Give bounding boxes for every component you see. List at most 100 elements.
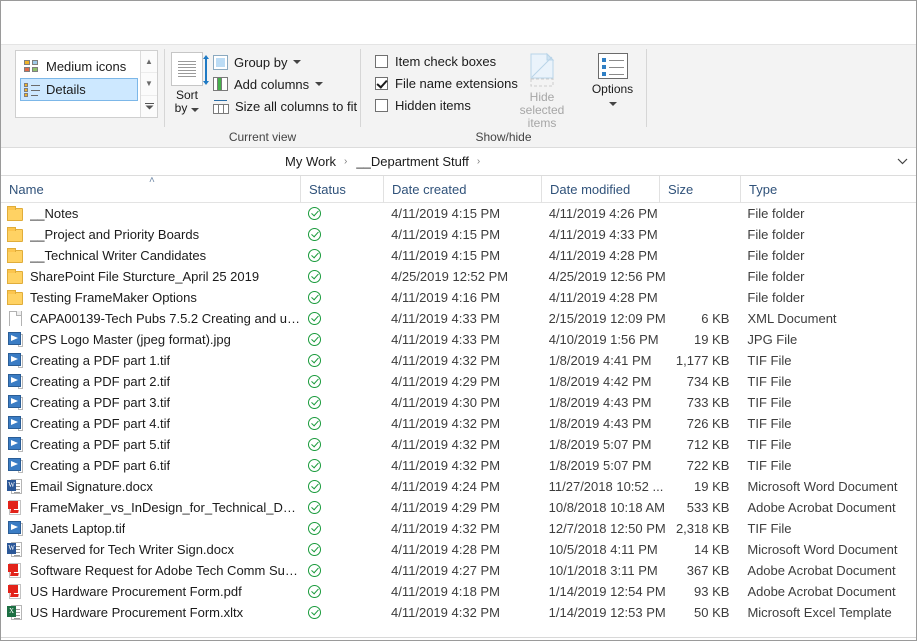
hidden-items-checkbox[interactable]: Hidden items <box>375 94 512 116</box>
file-name-cell[interactable]: __Technical Writer Candidates <box>1 248 300 263</box>
file-name-extensions-checkbox[interactable]: File name extensions <box>375 72 518 94</box>
layout-option-medium-icons[interactable]: Medium icons <box>20 55 138 78</box>
address-bar[interactable]: My Work › __Department Stuff › <box>1 148 916 176</box>
table-row[interactable]: Creating a PDF part 6.tif 4/11/2019 4:32 … <box>1 455 916 476</box>
table-row[interactable]: Creating a PDF part 2.tif 4/11/2019 4:29 … <box>1 371 916 392</box>
breadcrumb-item-my-work[interactable]: My Work <box>283 154 338 169</box>
type-cell: File folder <box>747 290 805 305</box>
item-check-boxes-checkbox[interactable]: Item check boxes <box>375 50 512 72</box>
column-header-size[interactable]: Size <box>660 175 741 203</box>
file-name-cell[interactable]: Janets Laptop.tif <box>1 521 300 536</box>
table-row[interactable]: SharePoint File Sturcture_April 25 2019 4… <box>1 266 916 287</box>
file-name-cell[interactable]: SharePoint File Sturcture_April 25 2019 <box>1 269 300 284</box>
image-file-icon <box>7 353 23 368</box>
layout-gallery-scrollbar[interactable]: ▲ ▼ <box>140 51 157 117</box>
size-all-columns-button[interactable]: Size all columns to fit <box>213 95 357 117</box>
status-cell <box>300 270 383 283</box>
layout-option-details[interactable]: Details <box>20 78 138 101</box>
file-name-cell[interactable]: Testing FrameMaker Options <box>1 290 300 305</box>
address-bar-history-chevron-down-icon[interactable] <box>897 148 908 175</box>
hide-selected-items-label: Hide selected items <box>519 90 565 130</box>
size-cell: 6 KB <box>701 311 730 326</box>
column-header-status[interactable]: Status <box>301 175 384 203</box>
status-cell <box>300 564 383 577</box>
table-row[interactable]: __Notes 4/11/2019 4:15 PM 4/11/2019 4:26 P… <box>1 203 916 224</box>
file-name-cell[interactable]: X US Hardware Procurement Form.xltx <box>1 605 300 620</box>
group-by-button[interactable]: Group by <box>213 51 357 73</box>
image-file-icon <box>7 437 23 452</box>
file-name-label: Testing FrameMaker Options <box>30 290 197 305</box>
file-name-cell[interactable]: Creating a PDF part 6.tif <box>1 458 300 473</box>
file-name-cell[interactable]: Creating a PDF part 3.tif <box>1 395 300 410</box>
table-row[interactable]: __Technical Writer Candidates 4/11/2019 4… <box>1 245 916 266</box>
file-name-cell[interactable]: US Hardware Procurement Form.pdf <box>1 584 300 599</box>
file-name-cell[interactable]: Creating a PDF part 2.tif <box>1 374 300 389</box>
table-row[interactable]: CAPA00139-Tech Pubs 7.5.2 Creating and u… <box>1 308 916 329</box>
type-cell: File folder <box>747 227 805 242</box>
type-cell: TIF File <box>747 521 792 536</box>
folder-icon <box>7 269 23 284</box>
size-cell: 1,177 KB <box>675 353 730 368</box>
file-name-cell[interactable]: __Notes <box>1 206 300 221</box>
table-row[interactable]: X US Hardware Procurement Form.xltx 4/11/2… <box>1 602 916 623</box>
file-name-cell[interactable]: Creating a PDF part 1.tif <box>1 353 300 368</box>
file-name-cell[interactable]: Creating a PDF part 5.tif <box>1 437 300 452</box>
breadcrumb-separator-icon[interactable]: › <box>471 156 487 167</box>
column-header-type[interactable]: Type <box>741 176 917 203</box>
layout-gallery[interactable]: Medium icons Details ▲ ▼ <box>15 50 158 118</box>
file-name-cell[interactable]: Creating a PDF part 4.tif <box>1 416 300 431</box>
folder-icon <box>7 248 23 263</box>
table-row[interactable]: Testing FrameMaker Options 4/11/2019 4:16… <box>1 287 916 308</box>
file-name-cell[interactable]: Software Request for Adobe Tech Comm Sui… <box>1 563 300 578</box>
add-columns-button[interactable]: Add columns <box>213 73 357 95</box>
table-row[interactable]: CPS Logo Master (jpeg format).jpg 4/11/20… <box>1 329 916 350</box>
hidden-items-label: Hidden items <box>395 97 471 113</box>
table-row[interactable]: W Reserved for Tech Writer Sign.docx 4/11/… <box>1 539 916 560</box>
table-row[interactable]: Software Request for Adobe Tech Comm Sui… <box>1 560 916 581</box>
ribbon-group-layout: Medium icons Details ▲ ▼ <box>1 45 164 147</box>
file-name-cell[interactable]: FrameMaker_vs_InDesign_for_Technical_Doc… <box>1 500 300 515</box>
breadcrumb-separator-icon[interactable]: › <box>338 156 354 167</box>
table-row[interactable]: Creating a PDF part 3.tif 4/11/2019 4:30 … <box>1 392 916 413</box>
date-modified-cell: 12/7/2018 12:50 PM <box>548 521 666 536</box>
breadcrumb: My Work › __Department Stuff › <box>283 154 487 169</box>
breadcrumb-item-department-stuff[interactable]: __Department Stuff <box>354 154 471 169</box>
table-row[interactable]: __Project and Priority Boards 4/11/2019 4… <box>1 224 916 245</box>
gallery-expand-icon[interactable] <box>141 96 157 117</box>
status-cell <box>300 459 383 472</box>
table-row[interactable]: W Email Signature.docx 4/11/2019 4:24 PM 11… <box>1 476 916 497</box>
type-cell: TIF File <box>747 437 792 452</box>
table-row[interactable]: Creating a PDF part 1.tif 4/11/2019 4:32 … <box>1 350 916 371</box>
file-name-cell[interactable]: W Reserved for Tech Writer Sign.docx <box>1 542 300 557</box>
group-by-icon <box>213 54 228 70</box>
file-name-cell[interactable]: __Project and Priority Boards <box>1 227 300 242</box>
table-row[interactable]: Janets Laptop.tif 4/11/2019 4:32 PM 12/7/2… <box>1 518 916 539</box>
file-name-cell[interactable]: CPS Logo Master (jpeg format).jpg <box>1 332 300 347</box>
table-row[interactable]: US Hardware Procurement Form.pdf 4/11/201… <box>1 581 916 602</box>
type-cell: Adobe Acrobat Document <box>747 563 896 578</box>
column-header-name[interactable]: Name ˄ <box>1 175 301 203</box>
options-button[interactable]: Options <box>585 50 640 109</box>
file-name-cell[interactable]: CAPA00139-Tech Pubs 7.5.2 Creating and u… <box>1 311 300 326</box>
column-header-name-label: Name <box>9 181 44 197</box>
file-list[interactable]: __Notes 4/11/2019 4:15 PM 4/11/2019 4:26 P… <box>1 203 916 637</box>
size-cell: 14 KB <box>693 542 730 557</box>
table-row[interactable]: Creating a PDF part 4.tif 4/11/2019 4:32 … <box>1 413 916 434</box>
add-columns-icon <box>213 77 228 91</box>
date-created-cell: 4/11/2019 4:32 PM <box>391 353 501 368</box>
sort-direction-arrow-icon <box>203 55 209 85</box>
table-row[interactable]: Creating a PDF part 5.tif 4/11/2019 4:32 … <box>1 434 916 455</box>
column-header-date-created[interactable]: Date created <box>384 175 542 203</box>
gallery-scroll-up-icon[interactable]: ▲ <box>141 51 157 74</box>
date-created-cell: 4/11/2019 4:18 PM <box>391 584 500 599</box>
gallery-scroll-down-icon[interactable]: ▼ <box>141 73 157 96</box>
sort-by-button[interactable]: Sort by <box>171 50 209 115</box>
date-created-cell: 4/11/2019 4:32 PM <box>391 416 501 431</box>
pdf-document-icon <box>7 584 23 599</box>
file-name-extensions-label: File name extensions <box>395 75 518 91</box>
column-header-status-label: Status <box>309 181 346 197</box>
status-cell <box>300 249 383 262</box>
table-row[interactable]: FrameMaker_vs_InDesign_for_Technical_Doc… <box>1 497 916 518</box>
file-name-cell[interactable]: W Email Signature.docx <box>1 479 300 494</box>
column-header-date-modified[interactable]: Date modified <box>542 175 660 203</box>
